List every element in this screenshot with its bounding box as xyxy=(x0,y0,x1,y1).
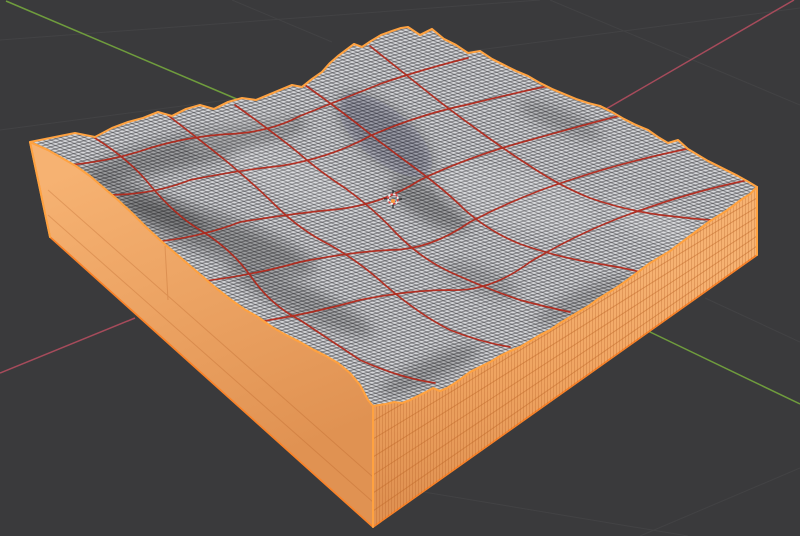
viewport-stage xyxy=(0,0,800,536)
blender-3d-viewport[interactable] xyxy=(0,0,800,536)
object-origin-dot xyxy=(391,199,395,203)
